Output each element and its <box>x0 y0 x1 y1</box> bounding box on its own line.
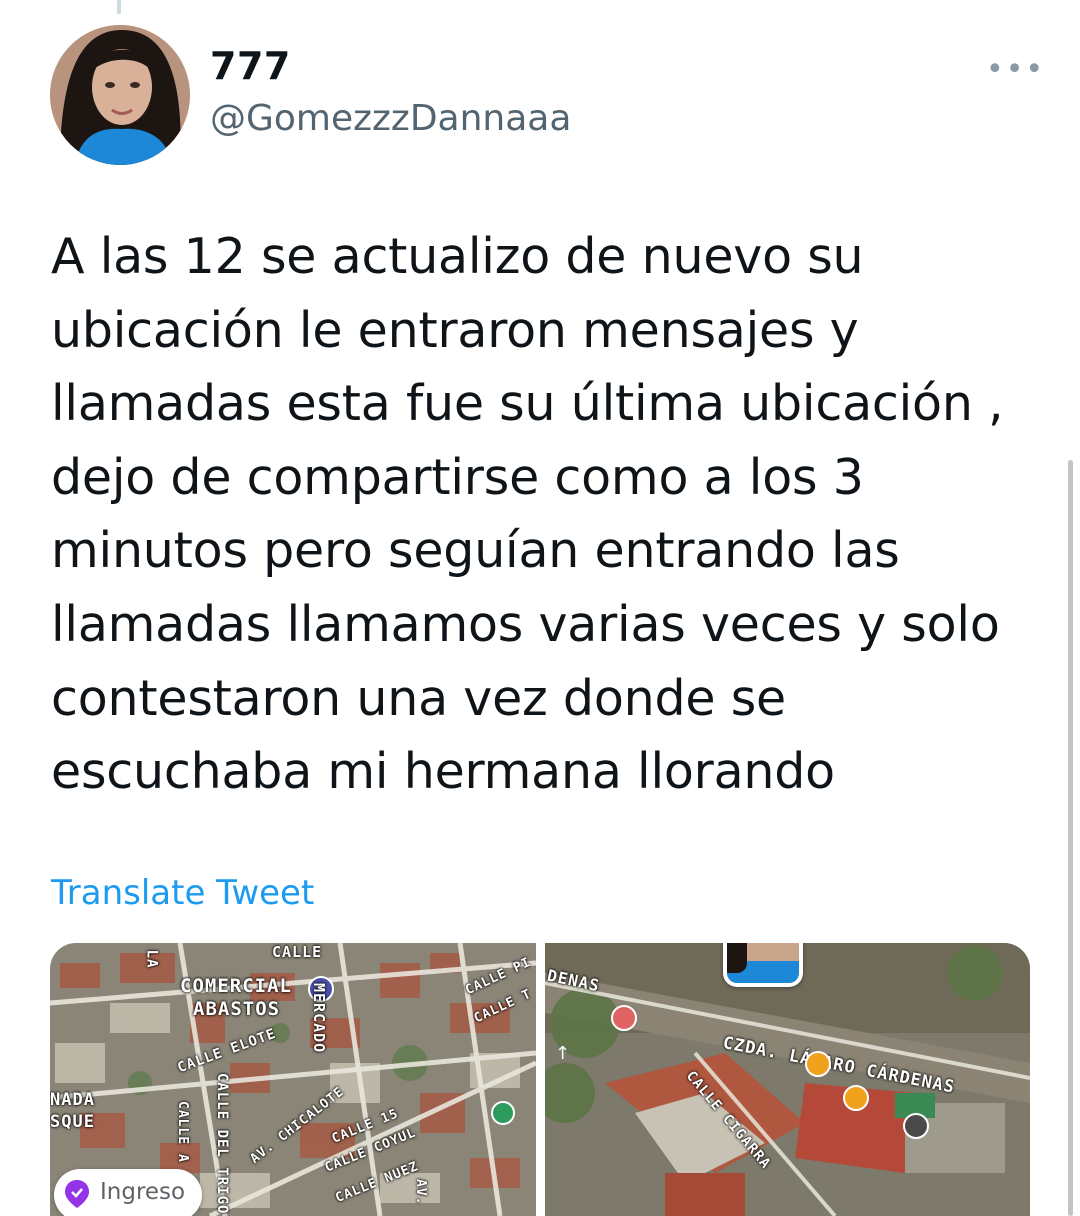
tweet-media: LA CALLE COMERCIAL ABASTOS ★ MERCADO CAL… <box>50 943 1030 1216</box>
map-poi-red-icon <box>611 1005 637 1031</box>
thread-connector-line <box>117 0 121 14</box>
avatar-map-marker <box>723 943 803 987</box>
tweet-line: contestaron una vez donde se <box>51 669 786 727</box>
ingreso-chip[interactable]: Ingreso <box>54 1169 202 1216</box>
avatar-photo <box>50 25 190 165</box>
more-options-icon[interactable]: ••• <box>986 52 1045 87</box>
map-poi-shop-icon <box>805 1051 831 1077</box>
scrollbar[interactable] <box>1068 460 1073 1216</box>
map-label-calle-del-trigo: CALLE DEL TRIGO <box>214 1073 230 1215</box>
map-screenshot-right[interactable]: DENAS CZDA. LÁZARO CÁRDENAS CALLE CIGARR… <box>545 943 1030 1216</box>
map-label-mercado: MERCADO <box>310 983 328 1054</box>
map-label-calle-a: CALLE A <box>175 1101 190 1163</box>
author-display-name[interactable]: 777 <box>210 44 291 88</box>
map-label-nada: NADA <box>50 1090 95 1110</box>
tweet-line: ubicación le entraron mensajes y <box>51 301 859 359</box>
map-label-sque: SQUE <box>50 1112 95 1132</box>
map-label-abastos: ABASTOS <box>193 998 281 1020</box>
tweet-text: A las 12 se actualizo de nuevo su ubicac… <box>51 220 1031 809</box>
translate-tweet-link[interactable]: Translate Tweet <box>51 873 314 913</box>
map-poi-gray-icon <box>903 1113 929 1139</box>
location-pin-icon <box>65 1180 89 1208</box>
map-label-la: LA <box>143 949 160 969</box>
tweet-line: dejo de compartirse como a los 3 <box>51 448 864 506</box>
map-label-av: AV. <box>413 1179 428 1206</box>
map-arrow-icon: ↑ <box>555 1043 571 1064</box>
tweet-line: escuchaba mi hermana llorando <box>51 743 835 801</box>
map-screenshot-left[interactable]: LA CALLE COMERCIAL ABASTOS ★ MERCADO CAL… <box>50 943 536 1216</box>
ingreso-label: Ingreso <box>100 1179 186 1205</box>
tweet-line: llamadas esta fue su última ubicación , <box>51 375 1004 433</box>
map-poi-green-icon <box>491 1101 515 1125</box>
tweet-line: A las 12 se actualizo de nuevo su <box>51 228 864 285</box>
tweet-line: minutos pero seguían entrando las <box>51 522 900 580</box>
map-label-calle-top: CALLE <box>272 943 323 961</box>
map-poi-cart-icon <box>843 1085 869 1111</box>
avatar[interactable] <box>50 25 190 165</box>
tweet-line: llamadas llamamos varias veces y solo <box>51 595 1000 653</box>
map-label-comercial: COMERCIAL <box>180 975 292 997</box>
author-handle[interactable]: @GomezzzDannaaa <box>210 98 571 139</box>
